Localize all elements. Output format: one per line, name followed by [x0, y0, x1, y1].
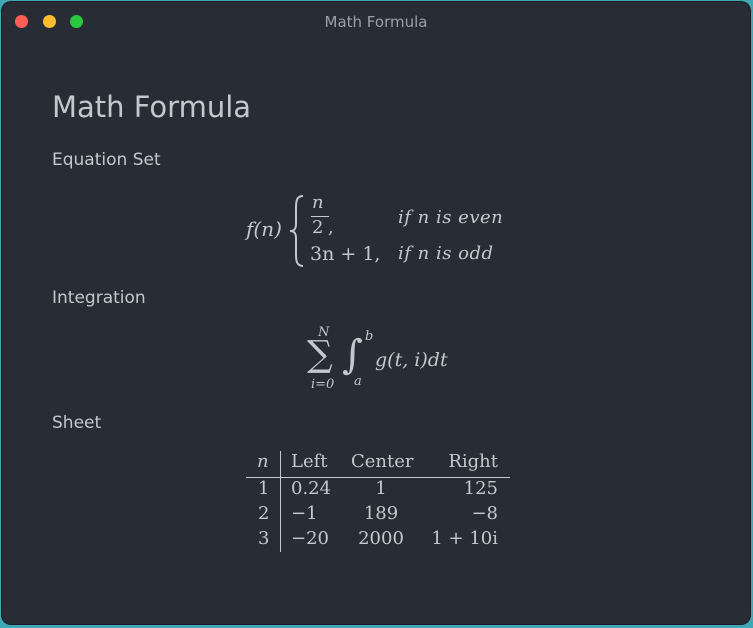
table-row: 3 −20 2000 1 + 10i: [246, 528, 510, 552]
section-heading-equation-set: Equation Set: [52, 150, 161, 170]
app-window: Math Formula Math Formula Equation Set f…: [2, 2, 750, 624]
integral-lower-limit: a: [354, 374, 362, 389]
cell-left: −20: [291, 528, 329, 549]
equation-lhs: f(n): [246, 217, 282, 241]
header-center: Center: [351, 451, 414, 472]
cell-center: 189: [363, 503, 399, 524]
section-heading-sheet: Sheet: [52, 413, 102, 433]
header-right: Right: [448, 451, 498, 472]
table-row: 2 −1 189 −8: [246, 503, 510, 527]
cell-center: 2000: [358, 528, 404, 549]
header-n: n: [257, 451, 269, 472]
case1-condition: if n is even: [398, 207, 504, 228]
cell-right: 125: [463, 478, 498, 499]
cell-right: −8: [471, 503, 498, 524]
case1-numerator: n: [312, 192, 324, 213]
integrand: g(t, i)dt: [375, 349, 448, 371]
table-row: 1 0.24 1 125: [246, 478, 510, 502]
cell-n: 1: [258, 478, 270, 499]
cell-left: 0.24: [291, 478, 332, 499]
cell-right: 1 + 10i: [431, 528, 498, 549]
integral-icon: ∫: [342, 332, 363, 378]
cell-n: 3: [258, 528, 270, 549]
case1-denominator: 2: [312, 217, 324, 238]
case2-expression: 3n + 1,: [310, 243, 381, 265]
cell-n: 2: [258, 503, 270, 524]
header-left: Left: [291, 451, 328, 472]
table-header-row: n Left Center Right: [246, 451, 510, 475]
case2-condition: if n is odd: [398, 243, 494, 264]
section-heading-integration: Integration: [52, 288, 146, 308]
sum-lower-limit: i=0: [311, 377, 335, 392]
cell-center: 1: [375, 478, 387, 499]
left-brace-icon: [289, 195, 304, 267]
sigma-icon: ∑: [307, 334, 333, 375]
window-title: Math Formula: [324, 13, 428, 31]
title-bar[interactable]: Math Formula: [2, 2, 750, 40]
page-title: Math Formula: [52, 90, 252, 124]
cell-left: −1: [291, 503, 318, 524]
case1-comma: ,: [328, 217, 334, 238]
integral-upper-limit: b: [365, 329, 374, 344]
